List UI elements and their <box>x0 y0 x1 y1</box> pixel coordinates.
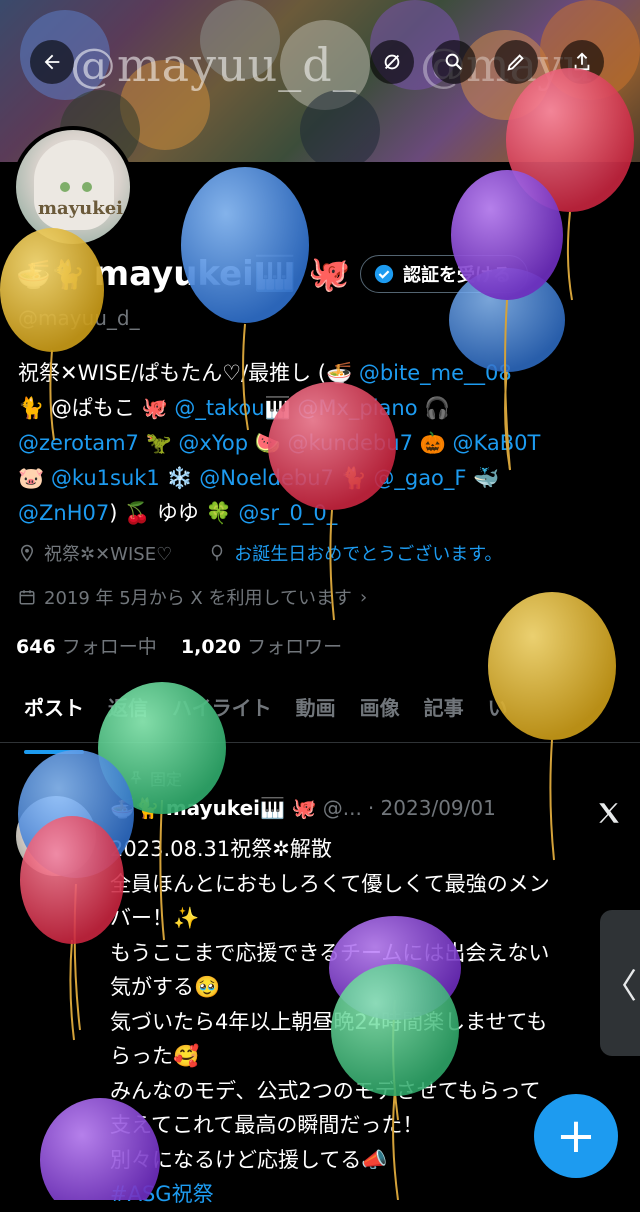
edit-button[interactable] <box>494 40 538 84</box>
compose-post-button[interactable]: + <box>534 1094 618 1178</box>
bio-mention[interactable]: @sr_0_0_ <box>238 501 337 525</box>
share-icon <box>574 52 590 71</box>
tweet-line: もうここまで応援できるチームには出会えない <box>110 940 550 965</box>
side-drawer-handle[interactable]: 〈 <box>600 910 640 1056</box>
tweet-avatar[interactable] <box>16 796 96 876</box>
follow-stats: 646 フォロー中 1,020 フォロワー <box>16 632 342 659</box>
display-name: mayukei🎹 🐙 <box>93 254 351 294</box>
tab-replies[interactable]: 返信 <box>108 688 148 742</box>
back-arrow-icon <box>44 54 60 70</box>
bio-mention[interactable]: @ZnH07 <box>18 501 109 525</box>
grok-button[interactable] <box>370 40 414 84</box>
profile-avatar[interactable]: mayukei <box>12 126 134 248</box>
tab-videos[interactable]: 動画 <box>296 688 336 742</box>
get-verified-button[interactable]: 認証を受ける <box>360 255 528 293</box>
display-name-row: 🍜🐈 mayukei🎹 🐙 <box>16 254 350 294</box>
profile-meta-row: 祝祭✲✕WISE♡ お誕生日おめでとうございます。 <box>18 540 502 566</box>
verified-badge-icon <box>374 264 394 284</box>
profile-tabs: ポスト 返信 ハイライト 動画 画像 記事 い <box>0 688 640 754</box>
bio-text: 🐈 @ぱもこ 🐙 <box>18 396 175 420</box>
pinned-label: 固定 <box>150 770 183 789</box>
calendar-icon <box>19 590 35 605</box>
chevron-right-icon: › <box>359 586 368 608</box>
bio-mention[interactable]: @_gao_F <box>373 466 466 490</box>
tweet-date: · 2023/09/01 <box>367 796 496 820</box>
tweet-line: バー！✨ <box>110 906 200 930</box>
bio-mention[interactable]: @KaB0T <box>452 431 540 455</box>
bio-mention[interactable]: @ku1suk1 <box>51 466 160 490</box>
location-pin-icon <box>20 544 34 562</box>
balloon-icon <box>211 544 223 561</box>
tab-images[interactable]: 画像 <box>360 688 400 742</box>
bio-line: @zerotam7 🦖 @xYop 🍉 @kundebu7 🎃 @KaB0T <box>18 431 541 455</box>
search-button[interactable] <box>432 40 476 84</box>
bio-text: 🍒 ゆゆ 🍀 <box>124 501 239 525</box>
ramen-emoji-icon: 🍜🐈 <box>16 257 86 291</box>
followers-label: フォロワー <box>247 636 343 658</box>
x-logo-icon <box>599 803 619 823</box>
search-icon <box>445 53 463 71</box>
pencil-icon <box>507 54 524 71</box>
following-label: フォロー中 <box>61 636 157 658</box>
bio-line: 祝祭✕WISE/ぱもたん♡/最推し (🍜 @bite_me__08 <box>18 356 628 391</box>
tab-articles[interactable]: 記事 <box>424 688 464 742</box>
tweet-author-handle[interactable]: @... <box>323 796 362 820</box>
tweet-line: 気がする🥹 <box>110 975 221 999</box>
tweet-line: らった🥰 <box>110 1044 200 1068</box>
bio-mention[interactable]: @bite_me__08 <box>359 361 512 385</box>
bio-mention[interactable]: @xYop <box>178 431 248 455</box>
tab-highlights[interactable]: ハイライト <box>172 688 272 742</box>
tab-likes[interactable]: い <box>488 688 508 742</box>
tweet-line: 2023.08.31祝祭✲解散 <box>110 837 332 861</box>
bio-mention[interactable]: @_takou🎹 <box>174 396 290 420</box>
tab-posts[interactable]: ポスト <box>24 688 84 754</box>
bio-mention[interactable]: @Mx_piano <box>297 396 417 420</box>
bio-line: 🐷 @ku1suk1 ❄️ @Noeldebu7 🐈 @_gao_F 🐳 <box>18 466 500 490</box>
ramen-emoji-icon: 🍜🐈 <box>110 796 160 820</box>
avatar-art <box>60 182 70 192</box>
tweet-header: 🍜🐈 mayukei🎹 🐙 @... · 2023/09/01 <box>110 796 496 820</box>
profile-joined-row[interactable]: 2019 年 5月から X を利用しています › <box>18 584 367 610</box>
bio-text: 🐷 <box>18 466 51 490</box>
back-button[interactable] <box>30 40 74 84</box>
profile-handle: @mayuu_d_ <box>18 306 140 330</box>
get-verified-label: 認証を受ける <box>403 265 511 286</box>
tweet-hashtag[interactable]: #ASG祝祭 <box>110 1177 630 1212</box>
followers-link[interactable]: 1,020 フォロワー <box>181 636 342 658</box>
followers-count: 1,020 <box>180 636 242 658</box>
bio-line: 🐈 @ぱもこ 🐙 @_takou🎹 @Mx_piano 🎧 <box>18 396 451 420</box>
avatar-art <box>82 182 92 192</box>
bio-mention[interactable]: @zerotam7 <box>18 431 139 455</box>
tweet-line: 全員ほんとにおもしろくて優しくて最強のメン <box>110 871 550 896</box>
banner-art <box>300 90 380 162</box>
pin-icon <box>130 771 142 784</box>
tweet-line: 気づいたら4年以上朝昼晩24時間楽しませても <box>110 1009 548 1034</box>
pinned-indicator: 固定 <box>128 766 182 790</box>
bio-line: @ZnH07) 🍒 ゆゆ 🍀 @sr_0_0_ <box>18 501 338 525</box>
banner-watermark: @mayuu_d_ <box>70 38 357 92</box>
following-link[interactable]: 646 フォロー中 <box>16 636 157 658</box>
bio-mention[interactable]: @Noeldebu7 <box>199 466 334 490</box>
grok-icon <box>384 54 400 70</box>
tweet-author-name[interactable]: mayukei🎹 🐙 <box>166 796 317 820</box>
bio-mention[interactable]: @kundebu7 <box>288 431 413 455</box>
avatar-logo-text: mayukei <box>38 198 124 219</box>
profile-location: 祝祭✲✕WISE♡ <box>44 544 173 565</box>
following-count: 646 <box>16 636 56 658</box>
bio-text: 祝祭✕WISE/ぱもたん♡/最推し (🍜 <box>18 361 359 385</box>
birthday-link[interactable]: お誕生日おめでとうございます。 <box>234 540 502 566</box>
profile-bio: 祝祭✕WISE/ぱもたん♡/最推し (🍜 @bite_me__08 🐈 @ぱもこ… <box>18 356 628 531</box>
profile-joined-date: 2019 年 5月から X を利用しています <box>44 588 352 609</box>
share-button[interactable] <box>560 40 604 84</box>
